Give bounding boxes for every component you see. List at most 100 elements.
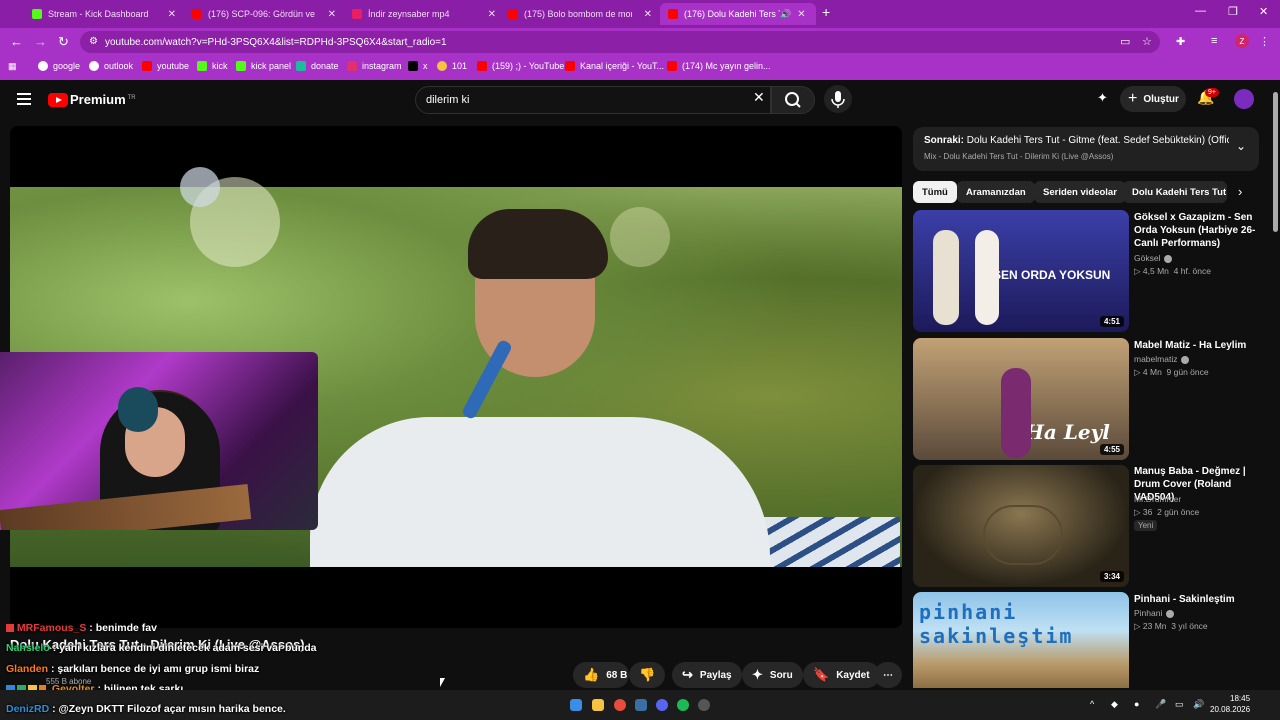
video-title[interactable]: Göksel x Gazapizm - Sen Orda Yoksun (Har… bbox=[1134, 211, 1264, 250]
cast-icon[interactable]: ✦ bbox=[1097, 90, 1108, 106]
chat-text: : @Zeyn DKTT Filozof açar mısın harika b… bbox=[52, 703, 286, 715]
close-icon[interactable]: ✕ bbox=[328, 9, 336, 20]
kick-icon bbox=[236, 61, 246, 71]
streamer-webcam bbox=[0, 352, 318, 530]
channel-name[interactable]: Mr.Drummer bbox=[1134, 494, 1181, 504]
video-thumbnail[interactable]: pinhani sakinleştim bbox=[913, 592, 1129, 688]
bookmark-star-icon[interactable]: ☆ bbox=[1142, 35, 1152, 48]
channel-name[interactable]: Pinhani bbox=[1134, 608, 1175, 618]
up-next-panel[interactable]: Sonraki: Dolu Kadehi Ters Tut - Gitme (f… bbox=[913, 127, 1259, 171]
bookmark-instagram[interactable]: instagram bbox=[347, 61, 402, 71]
speaker-icon[interactable]: 🔊 bbox=[780, 9, 791, 20]
clear-search-icon[interactable]: ✕ bbox=[753, 89, 765, 106]
video-thumbnail[interactable]: SEN ORDA YOKSUN 4:51 bbox=[913, 210, 1129, 332]
close-window-icon[interactable]: ✕ bbox=[1259, 5, 1268, 18]
close-icon[interactable]: ✕ bbox=[488, 9, 496, 20]
new-tab-button[interactable]: + bbox=[822, 4, 830, 20]
chrome-icon[interactable] bbox=[614, 699, 626, 711]
dislike-button[interactable]: 👎 bbox=[629, 662, 665, 688]
chip-series[interactable]: Seriden videolar bbox=[1034, 181, 1126, 203]
system-clock[interactable]: 18:45 20.08.2026 bbox=[1210, 693, 1250, 715]
maximize-icon[interactable]: ❐ bbox=[1228, 5, 1238, 18]
coin-icon bbox=[437, 61, 447, 71]
menu-hamburger-icon[interactable] bbox=[17, 93, 31, 105]
save-button[interactable]: 🔖 Kaydet bbox=[803, 662, 880, 688]
tab-bolo-bombom[interactable]: (175) Bolo bombom de morang ✕ bbox=[500, 3, 660, 25]
bookmark-channel-content[interactable]: Kanal içeriği - YouT... bbox=[565, 61, 664, 71]
video-thumbnail[interactable]: 3:34 bbox=[913, 465, 1129, 587]
search-box[interactable] bbox=[415, 86, 771, 114]
settings-icon[interactable] bbox=[698, 699, 710, 711]
bookmark-youtube[interactable]: youtube bbox=[142, 61, 189, 71]
account-avatar[interactable] bbox=[1234, 89, 1254, 109]
profile-avatar[interactable]: Z bbox=[1235, 34, 1249, 48]
reload-icon[interactable]: ↻ bbox=[58, 34, 69, 50]
bookmark-kick[interactable]: kick bbox=[197, 61, 228, 71]
video-thumbnail[interactable]: Ha Leyl 4:55 bbox=[913, 338, 1129, 460]
forward-icon[interactable]: → bbox=[34, 34, 47, 49]
scrollbar-thumb[interactable] bbox=[1273, 92, 1278, 232]
chip-artist[interactable]: Dolu Kadehi Ters Tut bbox=[1123, 181, 1227, 203]
chevron-up-icon[interactable]: ^ bbox=[1090, 699, 1094, 709]
media-icon[interactable]: ≡ bbox=[1211, 35, 1217, 47]
ask-button[interactable]: ✦ Soru bbox=[742, 662, 803, 688]
video-title[interactable]: Pinhani - Sakinleştim bbox=[1134, 593, 1264, 606]
chat-text: : şarkıları bence de iyi amı grup ismi b… bbox=[50, 663, 260, 675]
youtube-icon bbox=[508, 9, 518, 19]
file-explorer-icon[interactable] bbox=[592, 699, 604, 711]
chevron-down-icon[interactable]: ⌄ bbox=[1236, 139, 1246, 153]
close-icon[interactable]: ✕ bbox=[644, 9, 652, 20]
search-input[interactable] bbox=[426, 92, 746, 108]
bookmark-donate[interactable]: donate bbox=[296, 61, 339, 71]
channel-name[interactable]: mabelmatiz bbox=[1134, 354, 1190, 364]
volume-icon[interactable]: 🔊 bbox=[1193, 699, 1204, 710]
browser-tab-bar: Stream - Kick Dashboard ✕ (176) SCP-096:… bbox=[0, 0, 1280, 28]
steam-icon[interactable] bbox=[635, 699, 647, 711]
channel-name[interactable]: Göksel bbox=[1134, 253, 1173, 263]
cast-icon[interactable]: ▭ bbox=[1120, 35, 1130, 48]
tab-kick-dashboard[interactable]: Stream - Kick Dashboard ✕ bbox=[24, 3, 184, 25]
tab-dolu-kadehi[interactable]: (176) Dolu Kadehi Ters Tut 🔊 ✕ bbox=[660, 3, 816, 25]
back-icon[interactable]: ← bbox=[10, 34, 23, 49]
bookmark-101[interactable]: 101 bbox=[437, 61, 467, 71]
mic-tray-icon[interactable]: 🎤 bbox=[1155, 699, 1166, 710]
close-icon[interactable]: ✕ bbox=[797, 9, 805, 20]
network-icon[interactable]: ▭ bbox=[1175, 699, 1184, 710]
create-button[interactable]: + Oluştur bbox=[1120, 86, 1186, 112]
tab-scp-096[interactable]: (176) SCP-096: Gördün ve Artık ✕ bbox=[184, 3, 344, 25]
thumbnail-text: Ha Leyl bbox=[1025, 420, 1110, 444]
youtube-premium-logo[interactable]: Premium TR bbox=[70, 92, 136, 107]
apps-icon[interactable]: ▦ bbox=[8, 61, 17, 72]
bookmark-google[interactable]: google bbox=[38, 61, 80, 71]
chevron-right-icon[interactable]: › bbox=[1238, 184, 1242, 199]
bookmark-kick-panel[interactable]: kick panel bbox=[236, 61, 291, 71]
start-icon[interactable] bbox=[570, 699, 582, 711]
search-button[interactable] bbox=[771, 86, 815, 114]
chat-username: Nahsielo bbox=[6, 642, 50, 654]
more-actions-button[interactable]: ⋯ bbox=[874, 662, 902, 688]
app-tray-icon[interactable]: ● bbox=[1134, 699, 1139, 709]
extensions-icon[interactable]: ✚ bbox=[1176, 35, 1185, 48]
page-scrollbar[interactable] bbox=[1270, 80, 1280, 690]
minimize-icon[interactable]: — bbox=[1195, 5, 1206, 17]
spotify-icon[interactable] bbox=[677, 699, 689, 711]
share-button[interactable]: ↪ Paylaş bbox=[672, 662, 742, 688]
chip-all[interactable]: Tümü bbox=[913, 181, 957, 203]
youtube-logo-icon[interactable] bbox=[48, 93, 68, 107]
chip-from-search[interactable]: Aramanızdan bbox=[957, 181, 1035, 203]
steam-tray-icon[interactable]: ◆ bbox=[1111, 699, 1118, 710]
youtube-icon bbox=[142, 61, 152, 71]
url-field[interactable]: ⚙ youtube.com/watch?v=PHd-3PSQ6X4&list=R… bbox=[80, 31, 1160, 53]
video-title[interactable]: Mabel Matiz - Ha Leylim bbox=[1134, 339, 1264, 352]
discord-icon[interactable] bbox=[656, 699, 668, 711]
site-info-icon[interactable]: ⚙ bbox=[89, 36, 98, 47]
like-button[interactable]: 👍 68 B bbox=[573, 662, 629, 688]
tab-zeynsaber[interactable]: İndir zeynsaber mp4 ✕ bbox=[344, 3, 504, 25]
bookmark-outlook[interactable]: outlook bbox=[89, 61, 133, 71]
bookmark-youtube-159[interactable]: (159) ;) - YouTube bbox=[477, 61, 564, 71]
voice-search-button[interactable] bbox=[824, 85, 852, 113]
bookmark-x[interactable]: x bbox=[408, 61, 428, 71]
bookmark-youtube-174[interactable]: (174) Mc yayın gelin... bbox=[667, 61, 771, 71]
close-icon[interactable]: ✕ bbox=[168, 9, 176, 20]
menu-icon[interactable]: ⋮ bbox=[1259, 35, 1270, 48]
